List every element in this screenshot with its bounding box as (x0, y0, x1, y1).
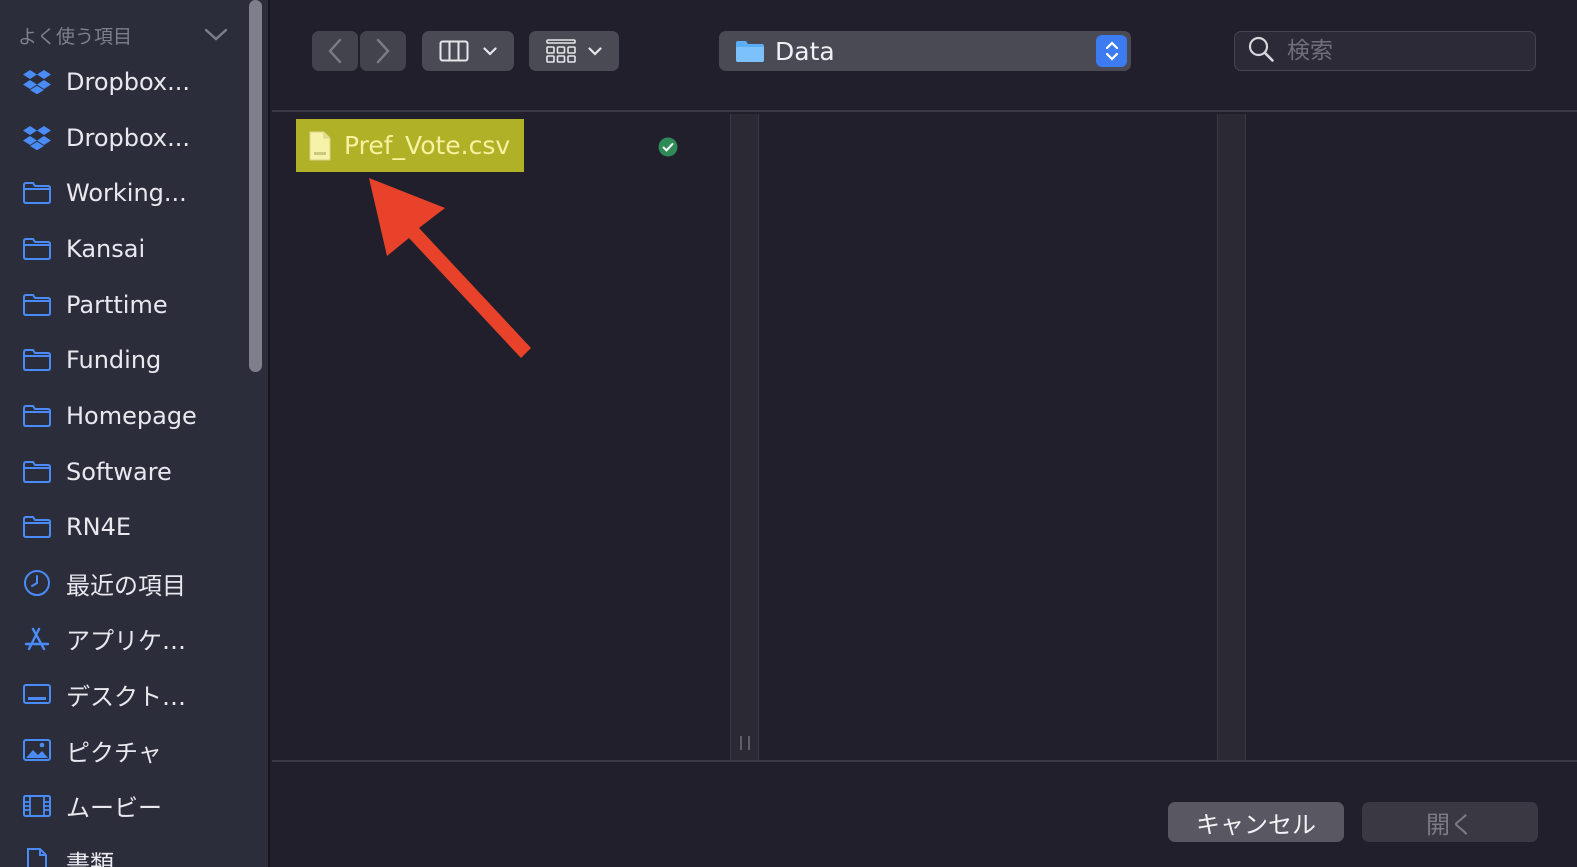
sidebar-item-pictures[interactable]: ピクチャ (0, 722, 248, 778)
sidebar-list: Dropbox... Dropbox... Working... Kansai (0, 54, 248, 867)
toolbar: Data (272, 0, 1577, 112)
forward-button[interactable] (360, 31, 406, 71)
folder-icon (22, 290, 52, 320)
sidebar-item-label: デスクト… (66, 682, 186, 711)
sidebar-item-label: Working... (66, 179, 187, 208)
column-view-icon (439, 40, 469, 62)
cancel-button[interactable]: キャンセル (1168, 802, 1344, 842)
sidebar-item-label: 最近の項目 (66, 571, 186, 600)
search-field[interactable] (1234, 31, 1536, 71)
documents-icon (22, 846, 52, 867)
sidebar-item-kansai[interactable]: Kansai (0, 221, 248, 277)
sidebar-section-title: よく使う項目 (18, 25, 133, 48)
chevron-left-icon (327, 38, 343, 64)
sidebar-item-label: ムービー (66, 794, 162, 823)
sidebar-item-label: ピクチャ (66, 738, 162, 767)
sidebar-item-funding[interactable]: Funding (0, 332, 248, 388)
file-item-selected[interactable]: Pref_Vote.csv (296, 119, 524, 172)
updown-stepper-icon[interactable] (1096, 35, 1127, 67)
location-popup[interactable]: Data (719, 31, 1131, 71)
sidebar-item-recents[interactable]: 最近の項目 (0, 555, 248, 611)
sidebar-item-dropbox-2[interactable]: Dropbox... (0, 110, 248, 166)
chevron-down-icon[interactable] (204, 28, 228, 42)
sidebar-item-label: Kansai (66, 234, 146, 263)
chevron-down-icon (588, 46, 602, 56)
column-divider[interactable] (730, 114, 759, 760)
grid-icon (546, 39, 576, 63)
column-browser: Pref_Vote.csv (272, 114, 1577, 760)
sidebar-item-rn4e[interactable]: RN4E (0, 500, 248, 556)
sidebar-item-applications[interactable]: アプリケ… (0, 611, 248, 667)
column-divider[interactable] (1217, 114, 1246, 760)
search-icon (1247, 35, 1275, 67)
pictures-icon (22, 735, 52, 765)
dialog-footer: キャンセル 開く (272, 760, 1577, 867)
sidebar-scrollbar[interactable] (247, 0, 264, 375)
chevron-down-icon (483, 46, 497, 56)
sidebar-item-label: アプリケ… (66, 627, 186, 656)
folder-icon (22, 178, 52, 208)
sidebar: よく使う項目 Dropbox... Dropbox... Working... … (0, 0, 270, 867)
folder-icon (22, 234, 52, 264)
clock-icon (22, 568, 52, 598)
folder-icon (22, 512, 52, 542)
sidebar-item-software[interactable]: Software (0, 444, 248, 500)
empty-column (759, 114, 1217, 760)
folder-icon (22, 401, 52, 431)
dropbox-icon (22, 67, 52, 97)
sidebar-item-label: Dropbox... (66, 67, 191, 96)
chevron-right-icon (375, 38, 391, 64)
group-items-button[interactable] (529, 31, 619, 71)
column-resize-handle[interactable] (740, 736, 750, 750)
sidebar-item-label: Dropbox... (66, 123, 191, 152)
sidebar-item-dropbox-1[interactable]: Dropbox... (0, 54, 248, 110)
sidebar-item-parttime[interactable]: Parttime (0, 277, 248, 333)
sidebar-item-documents[interactable]: 書類 (0, 834, 248, 867)
empty-column (1246, 114, 1577, 760)
sync-status-icon (658, 137, 678, 157)
sidebar-item-label: Homepage (66, 401, 197, 430)
movies-icon (22, 791, 52, 821)
open-button[interactable]: 開く (1362, 802, 1538, 842)
sidebar-item-label: Funding (66, 346, 162, 375)
applications-icon (22, 624, 52, 654)
sidebar-item-label: 書類 (66, 849, 114, 867)
view-mode-button[interactable] (422, 31, 514, 71)
sidebar-item-working[interactable]: Working... (0, 165, 248, 221)
sidebar-item-desktop[interactable]: デスクト… (0, 667, 248, 723)
sidebar-item-label: Software (66, 457, 172, 486)
sidebar-item-label: Parttime (66, 290, 168, 319)
folder-icon (735, 39, 765, 63)
sidebar-item-label: RN4E (66, 513, 132, 542)
desktop-icon (22, 679, 52, 709)
folder-icon (22, 457, 52, 487)
location-label: Data (775, 36, 835, 66)
dropbox-icon (22, 123, 52, 153)
sidebar-scrollbar-thumb[interactable] (249, 0, 262, 372)
csv-file-icon (308, 131, 332, 161)
open-file-dialog: よく使う項目 Dropbox... Dropbox... Working... … (0, 0, 1577, 867)
sidebar-item-homepage[interactable]: Homepage (0, 388, 248, 444)
back-button[interactable] (312, 31, 358, 71)
file-name: Pref_Vote.csv (344, 131, 511, 160)
sidebar-item-movies[interactable]: ムービー (0, 778, 248, 834)
folder-icon (22, 345, 52, 375)
file-column: Pref_Vote.csv (272, 114, 730, 760)
sidebar-section-header[interactable]: よく使う項目 (18, 20, 228, 50)
search-input[interactable] (1287, 38, 1527, 64)
